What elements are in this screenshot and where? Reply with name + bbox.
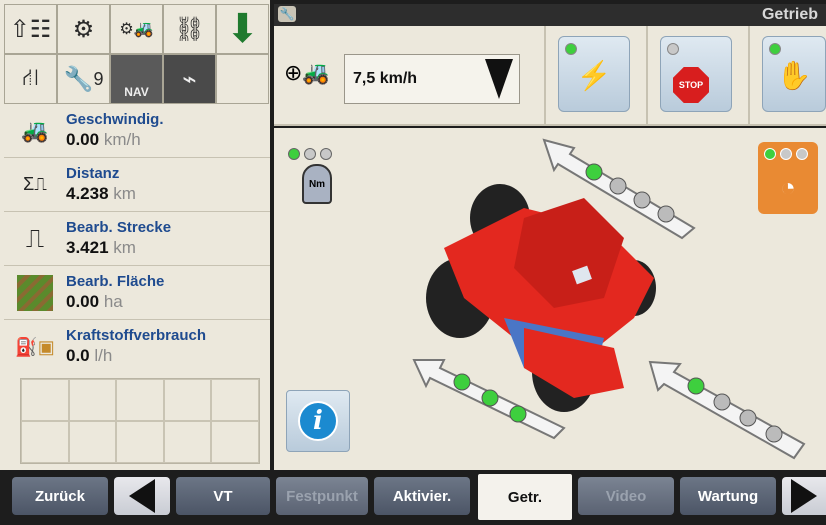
field-icon <box>4 266 66 320</box>
arrow-right-icon <box>791 479 817 513</box>
info-icon: i <box>298 401 338 441</box>
status-led <box>667 43 679 55</box>
info-list: 🚜 Geschwindig. 0.00 km/h Σ⎍ Distanz 4.23… <box>4 104 270 374</box>
tab-getr[interactable]: Getr. <box>478 474 572 520</box>
info-label: Geschwindig. <box>66 110 164 128</box>
tool-implement-icon[interactable]: ⛓ <box>163 4 216 54</box>
info-row-fuel[interactable]: ⛽▣ Kraftstoffverbrauch 0.0 l/h <box>4 320 270 374</box>
left-panel: ⇧☷ ⚙ ⚙🚜 ⛓ ⬇ ⛙ 🔧 9 NAV ⌁ 🚜 Geschwindig. 0.… <box>0 0 270 470</box>
pedal-icon: ⚡ <box>576 60 612 91</box>
back-button[interactable]: Zurück <box>12 477 108 515</box>
info-row-worked-distance[interactable]: ⎍ Bearb. Strecke 3.421 km <box>4 212 270 266</box>
vt-button[interactable]: VT <box>176 477 270 515</box>
tractor-speed-icon: ⊕🚜 <box>284 60 330 85</box>
down-arrow-icon[interactable]: ⬇ <box>216 4 269 54</box>
speed-select-value: 7,5 km/h <box>353 70 418 87</box>
festpunkt-button[interactable]: Festpunkt <box>276 477 368 515</box>
distance-icon: Σ⎍ <box>23 174 47 194</box>
arrow-left-icon <box>129 479 155 513</box>
gear-icon[interactable]: ⚙ <box>57 4 110 54</box>
next-page-button[interactable] <box>782 477 826 515</box>
info-row-speed[interactable]: 🚜 Geschwindig. 0.00 km/h <box>4 104 270 158</box>
nav-icon[interactable]: NAV <box>110 54 163 104</box>
maintenance-button[interactable]: Wartung <box>680 477 776 515</box>
info-value: 3.421 km <box>66 237 136 257</box>
info-row-distance[interactable]: Σ⎍ Distanz 4.238 km <box>4 158 270 212</box>
speed-select[interactable]: 7,5 km/h <box>344 54 520 104</box>
info-value: 0.00 ha <box>66 291 123 311</box>
prev-page-button[interactable] <box>114 477 170 515</box>
page-title: Getrieb <box>761 6 818 23</box>
status-led <box>769 43 781 55</box>
tractor-diagram <box>412 138 806 460</box>
dropdown-arrow-icon[interactable] <box>479 55 519 103</box>
info-label: Bearb. Fläche <box>66 272 165 290</box>
worked-distance-icon: ⎍ <box>25 222 45 253</box>
activate-button[interactable]: Aktivier. <box>374 477 470 515</box>
info-row-area[interactable]: Bearb. Fläche 0.00 ha <box>4 266 270 320</box>
info-label: Distanz <box>66 164 120 182</box>
fuel-icon: ⛽▣ <box>15 336 55 357</box>
bottom-nav: Zurück VT Festpunkt Aktivier. Getr. Vide… <box>0 470 826 525</box>
info-value: 0.00 km/h <box>66 129 141 149</box>
lever-icon: ✋ <box>776 60 812 91</box>
info-value: 0.0 l/h <box>66 346 113 365</box>
right-arrow-indicator <box>648 360 806 460</box>
title-bar: 🔧 Getrieb <box>274 4 826 26</box>
wrench-icon[interactable]: 🔧 <box>278 6 296 22</box>
stop-icon: STOP <box>673 67 709 103</box>
info-label: Kraftstoffverbrauch <box>66 327 207 344</box>
function-icon-grid: ⇧☷ ⚙ ⚙🚜 ⛓ ⬇ ⛙ 🔧 9 NAV ⌁ <box>4 4 270 104</box>
video-button[interactable]: Video <box>578 477 674 515</box>
pedal-mode-button[interactable]: ⚡ <box>558 36 630 112</box>
road-icon[interactable]: ⛙ <box>4 54 57 104</box>
info-label: Bearb. Strecke <box>66 218 172 236</box>
empty-widget-grid <box>20 378 260 464</box>
lever-mode-button[interactable]: ✋ <box>762 36 826 112</box>
info-value: 4.238 km <box>66 183 136 203</box>
usb-icon[interactable]: ⌁ <box>163 54 216 104</box>
tractor-settings-icon[interactable]: ⚙🚜 <box>110 4 163 54</box>
stop-mode-button[interactable]: STOP <box>660 36 732 112</box>
transmission-view: Nm ◔ i <box>274 128 826 470</box>
info-button[interactable]: i <box>286 390 350 452</box>
toolbar: ⊕🚜 7,5 km/h ⚡ STOP ✋ <box>274 26 826 126</box>
wrench-icon[interactable]: 🔧 9 <box>57 54 110 104</box>
speed-icon: 🚜 <box>21 117 49 143</box>
menu-grid-icon[interactable]: ⇧☷ <box>4 4 57 54</box>
status-led <box>565 43 577 55</box>
empty-slot-icon <box>216 54 269 104</box>
